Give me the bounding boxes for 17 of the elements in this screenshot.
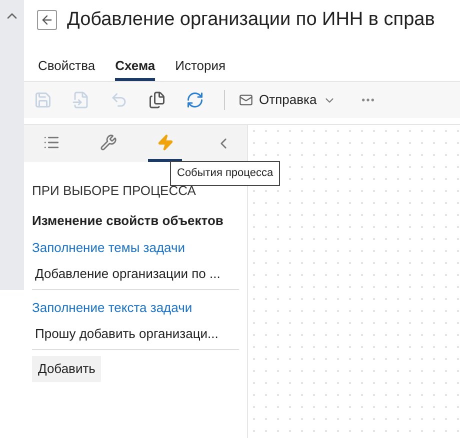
add-button[interactable]: Добавить	[32, 356, 102, 382]
tab[interactable]: История	[175, 48, 226, 81]
wrench-icon	[100, 134, 116, 150]
refresh-icon[interactable]	[186, 91, 204, 109]
envelope-icon	[239, 93, 253, 107]
tooltip: События процесса	[170, 161, 280, 186]
lightning-icon	[156, 134, 174, 150]
field-value[interactable]: Добавление организации по ...	[32, 258, 239, 290]
field-label[interactable]: Заполнение темы задачи	[32, 238, 245, 258]
back-button[interactable]	[37, 10, 57, 30]
subsection-heading: Изменение свойств объектов	[32, 212, 224, 230]
window-title: Добавление организации по ИНН в справ	[67, 8, 435, 32]
send-dropdown[interactable]: Отправка	[239, 90, 336, 110]
tab[interactable]: Свойства	[38, 48, 96, 81]
copy-icon[interactable]	[148, 91, 166, 109]
field-label[interactable]: Заполнение текста задачи	[32, 298, 245, 318]
field-value[interactable]: Прошу добавить организаци...	[32, 318, 239, 350]
